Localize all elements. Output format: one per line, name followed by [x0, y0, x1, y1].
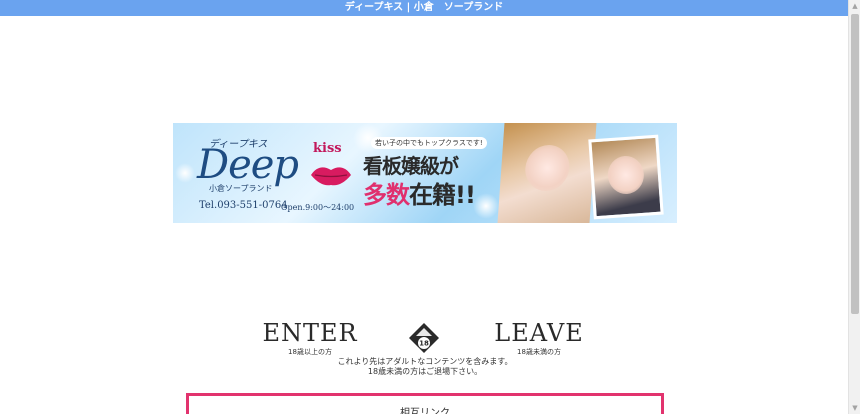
lips-icon: [311, 167, 351, 186]
shop-genre: 小倉ソープランド: [209, 184, 273, 193]
scroll-down-arrow-icon[interactable]: ▼: [849, 402, 860, 414]
scroll-up-arrow-icon[interactable]: ▲: [849, 0, 860, 12]
age-18-badge-icon: 18: [409, 323, 439, 353]
leave-label: LEAVE: [494, 319, 584, 347]
shop-tel: Tel.093-551-0764: [199, 200, 288, 211]
vertical-scrollbar[interactable]: ▲ ▼: [848, 0, 860, 414]
girl-photo-2: [588, 134, 664, 220]
banner-catch-line2-part1: 多数: [363, 181, 410, 209]
shop-hours: Open.9:00〜24:00: [281, 203, 355, 212]
page-header: ディープキス | 小倉 ソープランド: [0, 0, 848, 16]
age-badge-number: 18: [419, 340, 429, 348]
leave-button[interactable]: LEAVE 18歳未満の方: [489, 319, 589, 357]
photo-face-blur: [606, 154, 646, 196]
sparkle-decoration: [175, 163, 195, 183]
enter-label: ENTER: [262, 319, 358, 347]
shop-banner: ディープキス Deep kiss 小倉ソープランド Tel.093-551-07…: [173, 123, 677, 223]
scroll-thumb[interactable]: [851, 14, 859, 314]
enter-sublabel: 18歳以上の方: [288, 348, 332, 356]
leave-sublabel: 18歳未満の方: [517, 348, 561, 356]
banner-catch-sub: 若い子の中でもトップクラスです!: [371, 137, 487, 149]
logo-kiss: kiss: [313, 141, 342, 156]
notice-line-1: これより先はアダルトなコンテンツを含みます。: [337, 357, 513, 366]
sparkle-decoration: [473, 193, 499, 219]
notice-line-2: 18歳未満の方はご退場下さい。: [367, 367, 483, 376]
enter-button[interactable]: ENTER 18歳以上の方: [260, 319, 360, 357]
photo-face-blur: [523, 145, 571, 191]
logo-main: Deep: [197, 142, 299, 188]
adult-content-notice: これより先はアダルトなコンテンツを含みます。 18歳未満の方はご退場下さい。: [290, 357, 560, 377]
banner-catch-line2: 多数在籍!!: [363, 175, 476, 210]
page-header-title: ディープキス | 小倉 ソープランド: [344, 2, 504, 13]
mutual-links-title: 相互リンク: [400, 408, 450, 414]
mutual-links-box: 相互リンク: [186, 393, 664, 414]
banner-catch-line2-part2: 在籍!!: [409, 181, 476, 209]
girl-photo-1: [497, 123, 597, 223]
